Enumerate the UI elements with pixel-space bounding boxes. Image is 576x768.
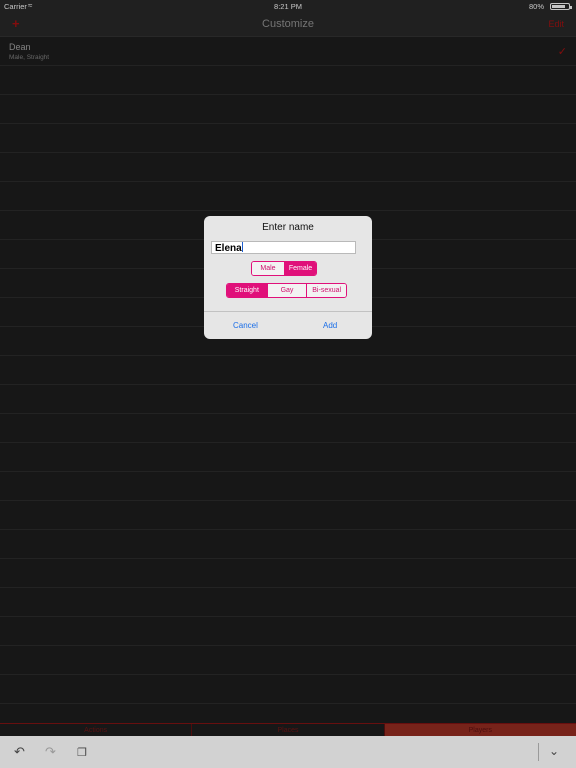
gender-segmented-control: Male Female (251, 261, 317, 276)
orientation-option-gay[interactable]: Gay (266, 284, 307, 297)
undo-icon[interactable]: ↶ (14, 744, 25, 760)
toolbar-divider (538, 743, 539, 761)
chevron-down-icon[interactable]: ⌄ (549, 744, 559, 758)
enter-name-dialog: Enter name Elena Male Female Straight Ga… (204, 216, 372, 339)
copy-icon[interactable]: ❐ (77, 746, 87, 759)
text-caret (241, 242, 243, 252)
orientation-segmented-control: Straight Gay Bi-sexual (226, 283, 347, 298)
cancel-button[interactable]: Cancel (233, 321, 258, 330)
add-button[interactable]: Add (323, 321, 337, 330)
keyboard-toolbar: ↶ ↷ ❐ ⌄ (0, 736, 576, 768)
redo-icon[interactable]: ↷ (45, 744, 56, 760)
orientation-option-bisexual[interactable]: Bi-sexual (306, 284, 346, 297)
name-input-value: Elena (215, 243, 242, 254)
dialog-title: Enter name (262, 222, 314, 233)
gender-option-female[interactable]: Female (283, 262, 316, 275)
dim-overlay (0, 0, 576, 736)
orientation-option-straight[interactable]: Straight (227, 284, 267, 297)
gender-option-male[interactable]: Male (252, 262, 284, 275)
dialog-divider (204, 311, 372, 312)
name-input[interactable]: Elena (211, 241, 356, 254)
